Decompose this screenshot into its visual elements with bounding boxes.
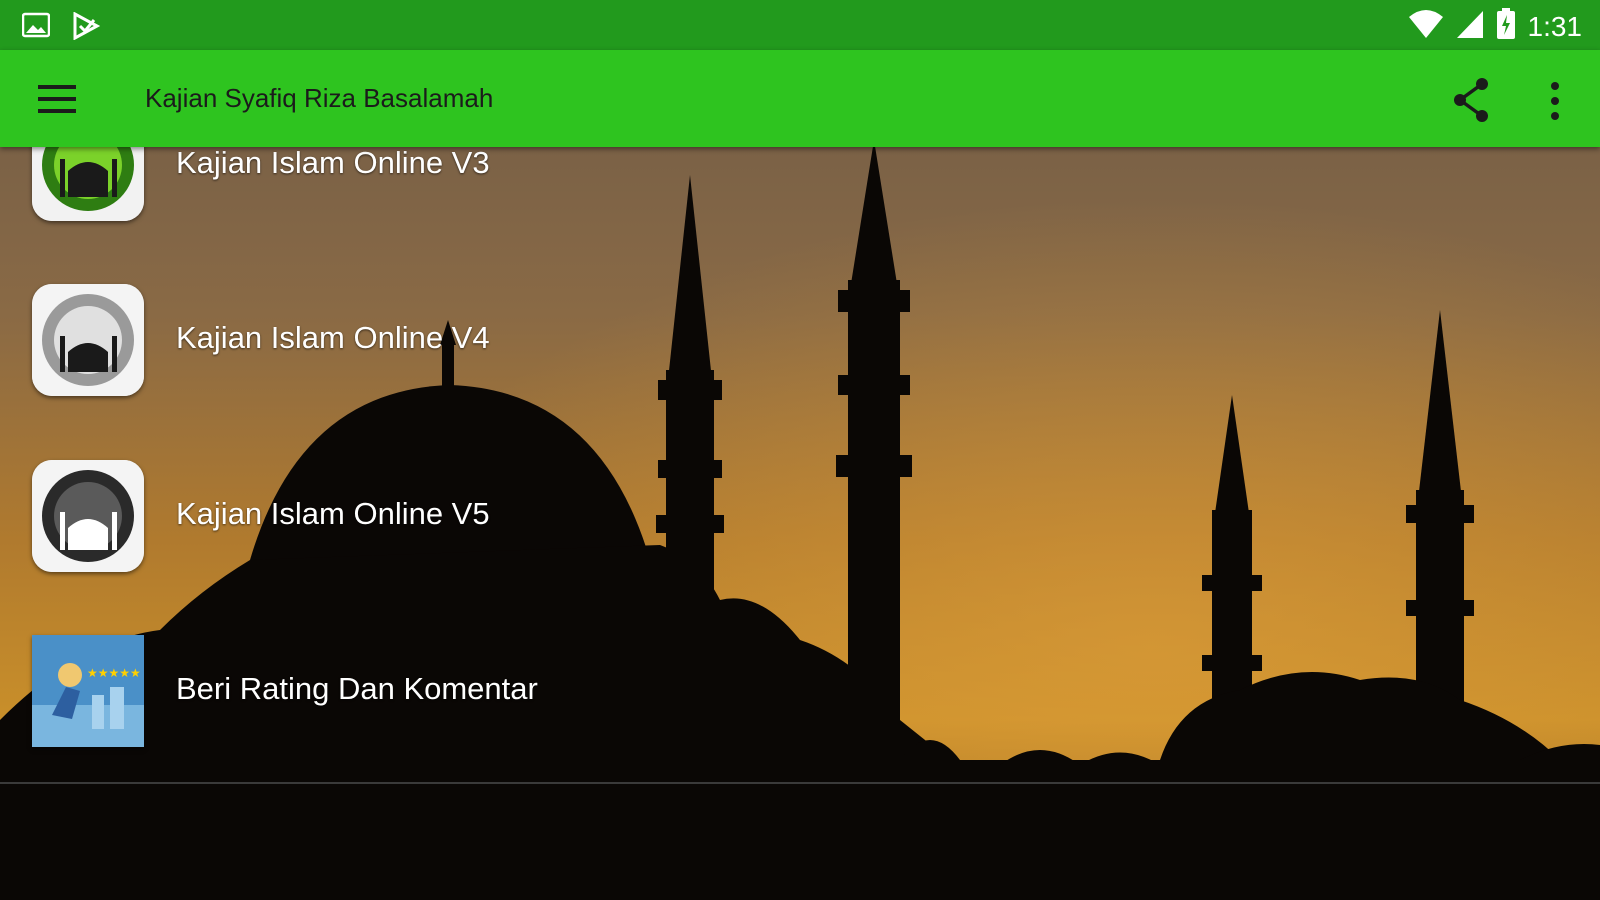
status-time: 1:31 — [1527, 10, 1583, 42]
list-item-label: Kajian Islam Online V3 — [176, 147, 490, 180]
status-bar: 1:31 — [0, 0, 1600, 50]
list-item[interactable]: Kajian Islam Online V3 — [0, 147, 1000, 229]
mosque-dark-icon — [32, 460, 144, 572]
gallery-icon — [21, 12, 51, 45]
mosque-green-icon — [32, 147, 144, 221]
list-item[interactable]: Kajian Islam Online V4 — [0, 274, 1000, 404]
content-area: Kajian Islam Online V3 Kajian Islam Onli… — [0, 147, 1600, 900]
list-item[interactable]: Kajian Islam Online V5 — [0, 450, 1000, 580]
app-bar: Kajian Syafiq Riza Basalamah — [0, 50, 1600, 147]
overflow-menu-icon[interactable] — [1540, 76, 1570, 126]
share-icon[interactable] — [1448, 74, 1498, 126]
divider — [0, 782, 1600, 784]
hamburger-menu-icon[interactable] — [26, 75, 86, 125]
signal-icon — [1456, 9, 1484, 44]
list-item-label: Beri Rating Dan Komentar — [176, 671, 538, 706]
list-item-label: Kajian Islam Online V5 — [176, 496, 490, 531]
play-store-icon — [72, 11, 101, 45]
battery-icon — [1496, 8, 1516, 45]
app-title: Kajian Syafiq Riza Basalamah — [145, 83, 494, 113]
list-item-label: Kajian Islam Online V4 — [176, 320, 490, 355]
list-item[interactable]: ★★★★★ Beri Rating Dan Komentar — [0, 625, 1000, 755]
wifi-icon — [1408, 9, 1444, 44]
mosque-grey-icon — [32, 284, 144, 396]
rating-icon: ★★★★★ — [32, 635, 144, 747]
svg-text:★★★★★: ★★★★★ — [87, 666, 141, 680]
